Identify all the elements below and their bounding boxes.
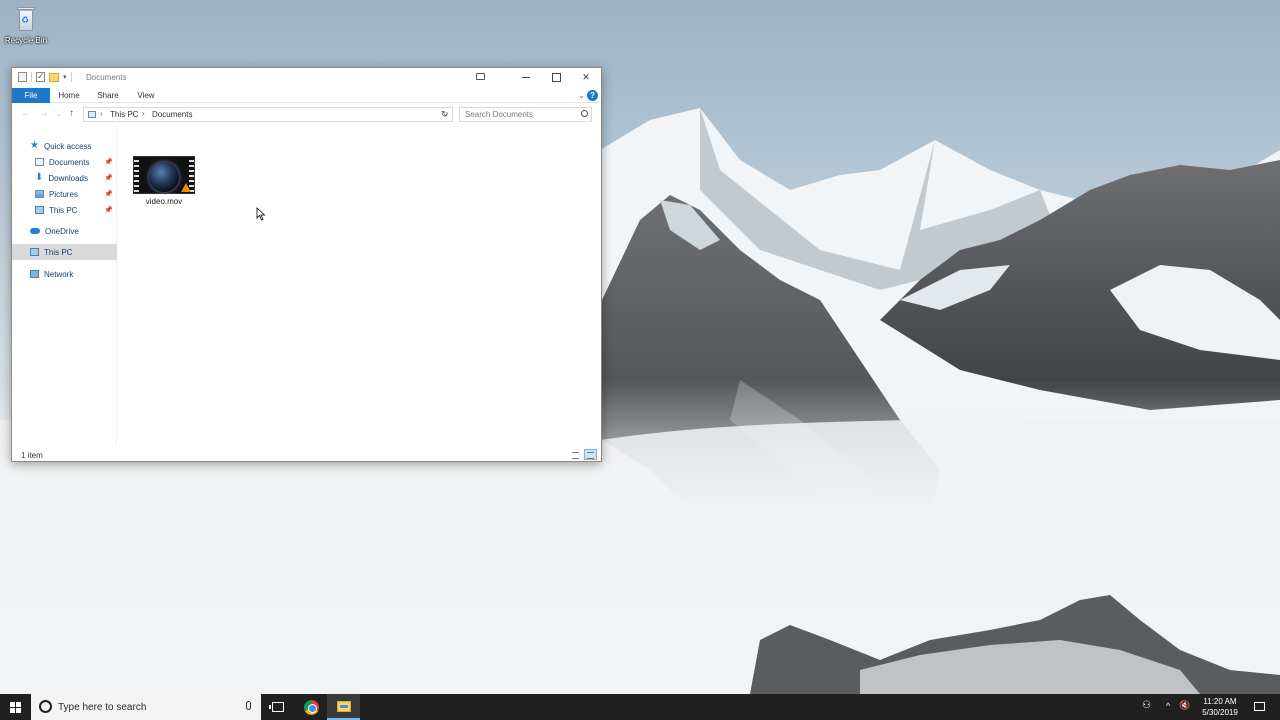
pin-icon[interactable]: 📌 [104, 174, 113, 182]
file-explorer-icon [336, 700, 351, 712]
microphone-icon[interactable] [246, 701, 251, 710]
help-icon[interactable]: ? [587, 90, 598, 101]
volume-muted-icon[interactable]: 🔇 [1179, 700, 1190, 711]
vlc-cone-icon [181, 183, 191, 192]
nav-this-pc[interactable]: This PC [12, 244, 117, 260]
breadcrumb-documents[interactable]: Documents [152, 110, 192, 119]
mouse-cursor-icon [256, 207, 266, 221]
address-bar[interactable]: › This PC › Documents ⌄ [83, 107, 453, 122]
recent-locations-icon[interactable]: ⌄ [56, 110, 62, 118]
pin-icon[interactable]: 📌 [104, 206, 113, 214]
file-name: video.mov [145, 197, 183, 206]
item-count: 1 item [21, 451, 43, 460]
file-explorer-window: ▾ Documents ✕ File Home Share View ⌄ ? ←… [11, 67, 602, 462]
title-bar[interactable]: ▾ Documents ✕ [12, 68, 601, 87]
large-icons-view-button[interactable] [584, 449, 597, 460]
file-list[interactable]: video.mov [118, 126, 602, 446]
computer-icon [30, 248, 39, 256]
pin-icon[interactable]: 📌 [104, 190, 113, 198]
nav-label: Pictures [49, 189, 78, 199]
task-view-button[interactable] [261, 694, 294, 720]
nav-onedrive[interactable]: OneDrive [12, 223, 117, 239]
recycle-bin-icon: ♻ [16, 6, 36, 32]
video-thumbnail-icon [133, 156, 195, 194]
tab-home[interactable]: Home [56, 88, 82, 103]
taskbar-search-input[interactable] [58, 700, 238, 714]
navigation-bar: ← → ⌄ ↑ › This PC › Documents ⌄ ↻ [12, 105, 601, 125]
clock-date: 5/30/2019 [1202, 708, 1238, 717]
nav-network[interactable]: Network [12, 266, 117, 282]
people-icon[interactable]: ⚇ [1142, 700, 1151, 711]
download-arrow-icon: ⬇ [35, 172, 44, 183]
nav-label: Network [44, 269, 74, 279]
expand-ribbon-icon[interactable]: ⌄ [578, 91, 585, 100]
search-box[interactable] [459, 107, 592, 122]
details-view-button[interactable] [569, 449, 582, 460]
nav-quick-access[interactable]: ★ Quick access [12, 138, 117, 154]
nav-label: This PC [49, 205, 78, 215]
action-center-icon[interactable] [1254, 702, 1265, 711]
chrome-icon [304, 699, 319, 715]
window-controls: ✕ [511, 68, 601, 87]
taskbar-search-box[interactable] [31, 694, 261, 720]
pictures-icon [35, 190, 44, 198]
tab-share[interactable]: Share [94, 88, 122, 103]
back-arrow-icon[interactable]: ← [21, 108, 31, 119]
start-button[interactable] [0, 694, 31, 720]
clock-time: 11:20 AM [1203, 697, 1237, 706]
search-input[interactable] [460, 108, 575, 121]
cortana-icon [39, 700, 52, 713]
up-arrow-icon[interactable]: ↑ [69, 108, 74, 119]
chevron-right-icon[interactable]: › [100, 109, 103, 118]
show-hidden-icons-icon[interactable]: ^ [1166, 701, 1170, 711]
star-icon: ★ [30, 140, 39, 151]
nav-this-pc-pinned[interactable]: This PC 📌 [12, 202, 117, 218]
nav-documents[interactable]: Documents 📌 [12, 154, 117, 170]
tab-file[interactable]: File [12, 88, 50, 103]
customize-toolbar-icon[interactable]: ▾ [63, 73, 67, 81]
taskbar: ⚇ ^ 🔇 11:20 AM 5/30/2019 [0, 694, 1280, 720]
chrome-taskbar-button[interactable] [295, 694, 328, 720]
navigation-pane: ★ Quick access Documents 📌 ⬇ Downloads 📌… [12, 126, 117, 446]
network-icon [30, 270, 39, 278]
cast-icon[interactable] [476, 73, 485, 80]
forward-arrow-icon[interactable]: → [39, 108, 49, 119]
nav-label: Quick access [43, 141, 92, 151]
nav-downloads[interactable]: ⬇ Downloads 📌 [12, 170, 117, 186]
system-tray: ⚇ ^ 🔇 11:20 AM 5/30/2019 [1140, 694, 1280, 720]
nav-label: Documents [49, 157, 90, 167]
task-view-icon [268, 702, 284, 712]
refresh-icon[interactable]: ↻ [441, 109, 449, 120]
ribbon-tabs: File Home Share View ⌄ ? [12, 88, 601, 103]
recycle-bin-label: Recycle Bin [4, 36, 48, 45]
file-explorer-taskbar-button[interactable] [327, 694, 360, 720]
nav-label: Downloads [48, 173, 88, 183]
nav-label: OneDrive [45, 226, 79, 236]
new-folder-icon[interactable] [49, 72, 59, 82]
maximize-button[interactable] [541, 68, 571, 87]
window-title: Documents [86, 73, 127, 82]
clock[interactable]: 11:20 AM 5/30/2019 [1198, 696, 1242, 718]
breadcrumb-this-pc[interactable]: This PC [110, 110, 138, 119]
minimize-button[interactable] [511, 68, 541, 87]
cloud-icon [30, 228, 40, 234]
quick-access-toolbar: ▾ [18, 71, 72, 82]
pin-icon[interactable]: 📌 [104, 158, 113, 166]
window-menu-icon[interactable] [18, 72, 27, 82]
properties-icon[interactable] [36, 71, 45, 82]
close-button[interactable]: ✕ [571, 68, 601, 87]
file-item-video[interactable]: video.mov [131, 156, 197, 206]
chevron-right-icon[interactable]: › [142, 109, 145, 118]
nav-label: This PC [44, 247, 73, 257]
computer-icon [35, 206, 44, 214]
nav-pictures[interactable]: Pictures 📌 [12, 186, 117, 202]
search-icon [581, 110, 588, 117]
status-bar: 1 item [12, 448, 601, 462]
documents-icon [35, 158, 44, 166]
tab-view[interactable]: View [134, 88, 158, 103]
computer-icon [88, 111, 96, 118]
windows-logo-icon [10, 701, 21, 713]
recycle-bin[interactable]: ♻ Recycle Bin [4, 6, 48, 45]
